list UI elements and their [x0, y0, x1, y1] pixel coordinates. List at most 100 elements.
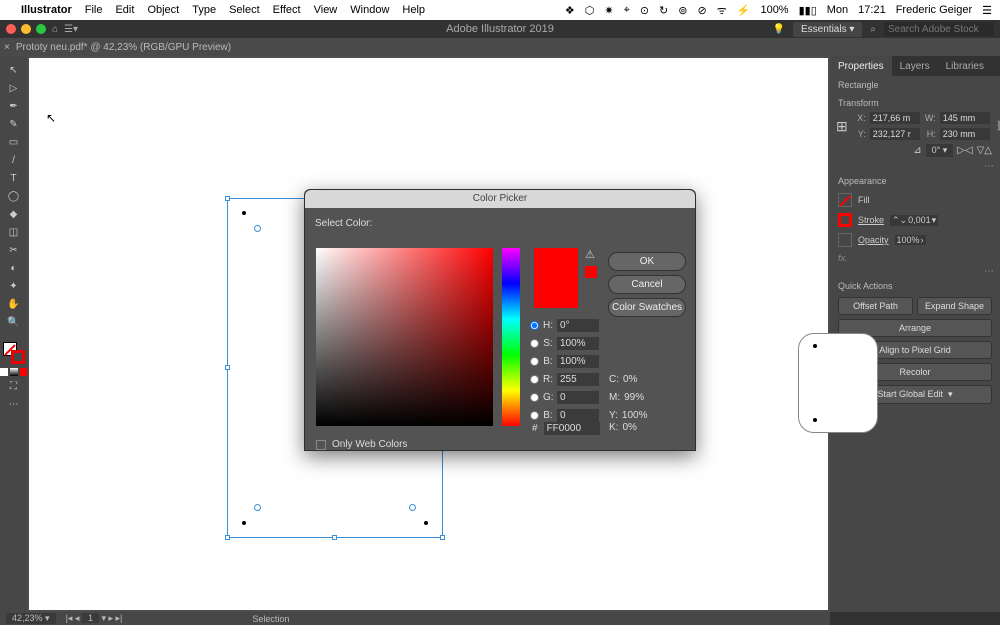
gamut-warning-icon[interactable]: ⚠ [585, 248, 595, 261]
close-tab-icon[interactable]: × [4, 42, 10, 53]
stroke-swatch-btn[interactable] [838, 213, 852, 227]
tool-gradient[interactable]: ◐ [3, 260, 25, 276]
clock-time[interactable]: 17:21 [858, 4, 886, 16]
color-field[interactable] [316, 248, 493, 426]
tool-direct-select[interactable]: ▷ [3, 80, 25, 96]
status-icon[interactable]: ↻ [659, 4, 668, 17]
h-radio[interactable] [530, 321, 539, 330]
bulb-icon[interactable]: 💡 [773, 24, 785, 35]
menu-edit[interactable]: Edit [115, 4, 134, 16]
status-icon[interactable]: ✷ [604, 4, 613, 17]
handle-nw[interactable] [225, 196, 230, 201]
tab-layers[interactable]: Layers [892, 56, 938, 76]
tool-line[interactable]: / [3, 152, 25, 168]
x-field[interactable]: 217,66 m [870, 112, 920, 124]
s-field[interactable]: 100% [557, 337, 599, 350]
dialog-title[interactable]: Color Picker [305, 190, 695, 208]
zoom-field[interactable]: 42,23% ▾ [6, 613, 56, 624]
wifi-icon[interactable]: ᯤ [717, 3, 727, 18]
k-field[interactable]: 0% [622, 422, 636, 433]
lock-aspect-icon[interactable]: ⛓ [996, 121, 1000, 132]
anchor-point[interactable] [242, 211, 246, 215]
s-radio[interactable] [530, 339, 539, 348]
color-swatches-button[interactable]: Color Swatches [608, 298, 686, 317]
stock-search[interactable]: Search Adobe Stock [884, 22, 994, 36]
tool-ellipse[interactable]: ◯ [3, 188, 25, 204]
g-field[interactable]: 0 [557, 391, 599, 404]
menu-view[interactable]: View [314, 4, 338, 16]
tool-hand[interactable]: ✋ [3, 296, 25, 312]
tool-artboard[interactable]: ◫ [3, 224, 25, 240]
corner-widget[interactable] [254, 504, 261, 511]
color-mode-toggles[interactable] [0, 368, 28, 376]
hue-slider[interactable] [502, 248, 520, 426]
opacity-label[interactable]: Opacity [858, 235, 889, 245]
fill-swatch-btn[interactable] [838, 193, 852, 207]
appearance-more-icon[interactable]: ⋯ [830, 266, 1000, 277]
status-icon[interactable]: ⊚ [678, 4, 687, 17]
tool-pen[interactable]: ✒ [3, 98, 25, 114]
maximize-window[interactable] [36, 24, 46, 34]
anchor-point[interactable] [424, 521, 428, 525]
clock-day[interactable]: Mon [827, 4, 848, 16]
transform-more-icon[interactable]: ⋯ [830, 161, 1000, 172]
w-field[interactable]: 145 mm [940, 112, 990, 124]
gamut-swatch[interactable] [585, 266, 597, 278]
charge-icon[interactable]: ⚡ [737, 4, 751, 17]
angle-field[interactable]: 0° ▾ [926, 144, 954, 157]
tool-shapebuilder[interactable]: ◆ [3, 206, 25, 222]
screen-mode[interactable]: ⛶ [3, 378, 25, 394]
gradient-mode[interactable] [10, 368, 18, 376]
stroke-swatch[interactable] [11, 350, 25, 364]
r-field[interactable]: 255 [557, 373, 599, 386]
corner-widget[interactable] [409, 504, 416, 511]
status-icon[interactable]: ⊙ [640, 4, 649, 17]
menu-select[interactable]: Select [229, 4, 260, 16]
tool-rectangle[interactable]: ▭ [3, 134, 25, 150]
menu-object[interactable]: Object [147, 4, 179, 16]
menu-window[interactable]: Window [350, 4, 389, 16]
stroke-weight-field[interactable]: ⌃⌄ 0,001 ▾ [890, 215, 938, 226]
web-colors-checkbox[interactable] [316, 440, 326, 450]
handle-sw[interactable] [225, 535, 230, 540]
y-field[interactable]: 232,127 r [870, 128, 920, 140]
tool-selection[interactable]: ↖ [3, 62, 25, 78]
handle-se[interactable] [440, 535, 445, 540]
home-icon[interactable]: ⌂ [52, 24, 58, 35]
bl-field[interactable]: 0 [557, 409, 599, 422]
cancel-button[interactable]: Cancel [608, 275, 686, 294]
menu-icon[interactable]: ☰ [982, 4, 992, 17]
offset-path-button[interactable]: Offset Path [838, 297, 913, 315]
anchor-point[interactable] [242, 521, 246, 525]
ok-button[interactable]: OK [608, 252, 686, 271]
close-window[interactable] [6, 24, 16, 34]
document-tab[interactable]: Prototy neu.pdf* @ 42,23% (RGB/GPU Previ… [16, 42, 231, 53]
workspace-switcher[interactable]: Essentials ▾ [793, 22, 862, 37]
battery-icon[interactable]: ▮▮▯ [799, 4, 817, 17]
menu-type[interactable]: Type [192, 4, 216, 16]
flip-h-icon[interactable]: ▷◁ [957, 145, 972, 156]
opacity-field[interactable]: 100% › [895, 235, 926, 245]
current-color-swatch[interactable] [534, 248, 578, 308]
h-field[interactable]: 230 mm [940, 128, 990, 140]
artboard-nav[interactable]: |◂ ◂ 1 ▾ ▸ ▸| [66, 613, 123, 624]
flip-v-icon[interactable]: ▽△ [977, 145, 992, 156]
tool-scissors[interactable]: ✂ [3, 242, 25, 258]
hex-field[interactable]: FF0000 [544, 422, 600, 435]
expand-shape-button[interactable]: Expand Shape [917, 297, 992, 315]
tab-properties[interactable]: Properties [830, 56, 892, 76]
g-radio[interactable] [530, 393, 539, 402]
tool-eyedropper[interactable]: ✦ [3, 278, 25, 294]
tool-curvature[interactable]: ✎ [3, 116, 25, 132]
status-icon[interactable]: ⬡ [585, 4, 595, 17]
bl-radio[interactable] [530, 411, 539, 420]
fx-label[interactable]: fx. [838, 253, 848, 263]
corner-widget[interactable] [254, 225, 261, 232]
minimize-window[interactable] [21, 24, 31, 34]
yy-field[interactable]: 100% [622, 410, 648, 421]
b-radio[interactable] [530, 357, 539, 366]
status-icon[interactable]: ⊘ [697, 4, 706, 17]
color-mode[interactable] [0, 368, 8, 376]
reference-point-icon[interactable]: ⊞ [836, 118, 848, 135]
handle-w[interactable] [225, 365, 230, 370]
